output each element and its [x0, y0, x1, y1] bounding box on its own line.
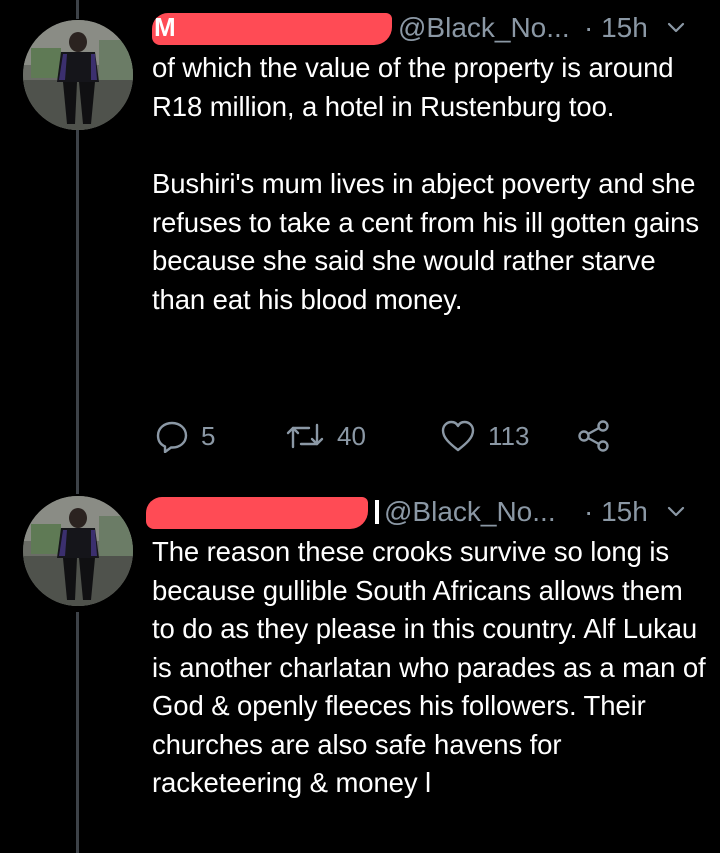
share-icon	[578, 420, 609, 452]
retweet-button[interactable]: 40	[285, 418, 366, 454]
name-redaction	[146, 497, 368, 529]
like-button[interactable]: 113	[440, 418, 529, 454]
reply-count: 5	[201, 420, 216, 451]
avatar-photo	[23, 20, 133, 130]
reply-button[interactable]: 5	[155, 418, 215, 454]
tweet-paragraph: Bushiri's mum lives in abject poverty an…	[152, 168, 700, 315]
reply-icon	[156, 421, 188, 453]
tweet-paragraph: of which the value of the property is ar…	[152, 52, 674, 122]
share-button[interactable]	[577, 418, 611, 454]
retweet-count: 40	[337, 420, 366, 451]
user-handle[interactable]: @Black_No...	[384, 494, 556, 530]
tweet-text: of which the value of the property is ar…	[152, 49, 712, 319]
display-name-fragment: M	[154, 13, 176, 42]
tweet-actions: 5 40 113	[155, 418, 625, 454]
tweet-text: The reason these crooks survive so long …	[152, 533, 712, 803]
redaction-edge	[375, 500, 379, 524]
avatar-photo	[23, 496, 133, 606]
tweet-1[interactable]: M @Black_No... · 15h of which the value …	[0, 0, 720, 490]
retweet-icon	[286, 423, 324, 449]
timestamp[interactable]: · 15h	[584, 494, 648, 530]
like-count: 113	[488, 420, 530, 451]
user-handle[interactable]: @Black_No...	[398, 10, 570, 46]
avatar[interactable]	[23, 496, 133, 606]
tweet-header: @Black_No... · 15h	[146, 494, 702, 530]
avatar[interactable]	[23, 20, 133, 130]
chevron-down-icon[interactable]	[666, 502, 686, 522]
tweet-header: M @Black_No... · 15h	[152, 10, 702, 46]
timestamp[interactable]: · 15h	[584, 10, 648, 46]
heart-icon	[441, 420, 475, 452]
name-redaction: M	[152, 13, 392, 45]
chevron-down-icon[interactable]	[666, 18, 686, 38]
tweet-paragraph: The reason these crooks survive so long …	[152, 536, 706, 798]
tweet-2[interactable]: @Black_No... · 15h The reason these croo…	[0, 490, 720, 853]
